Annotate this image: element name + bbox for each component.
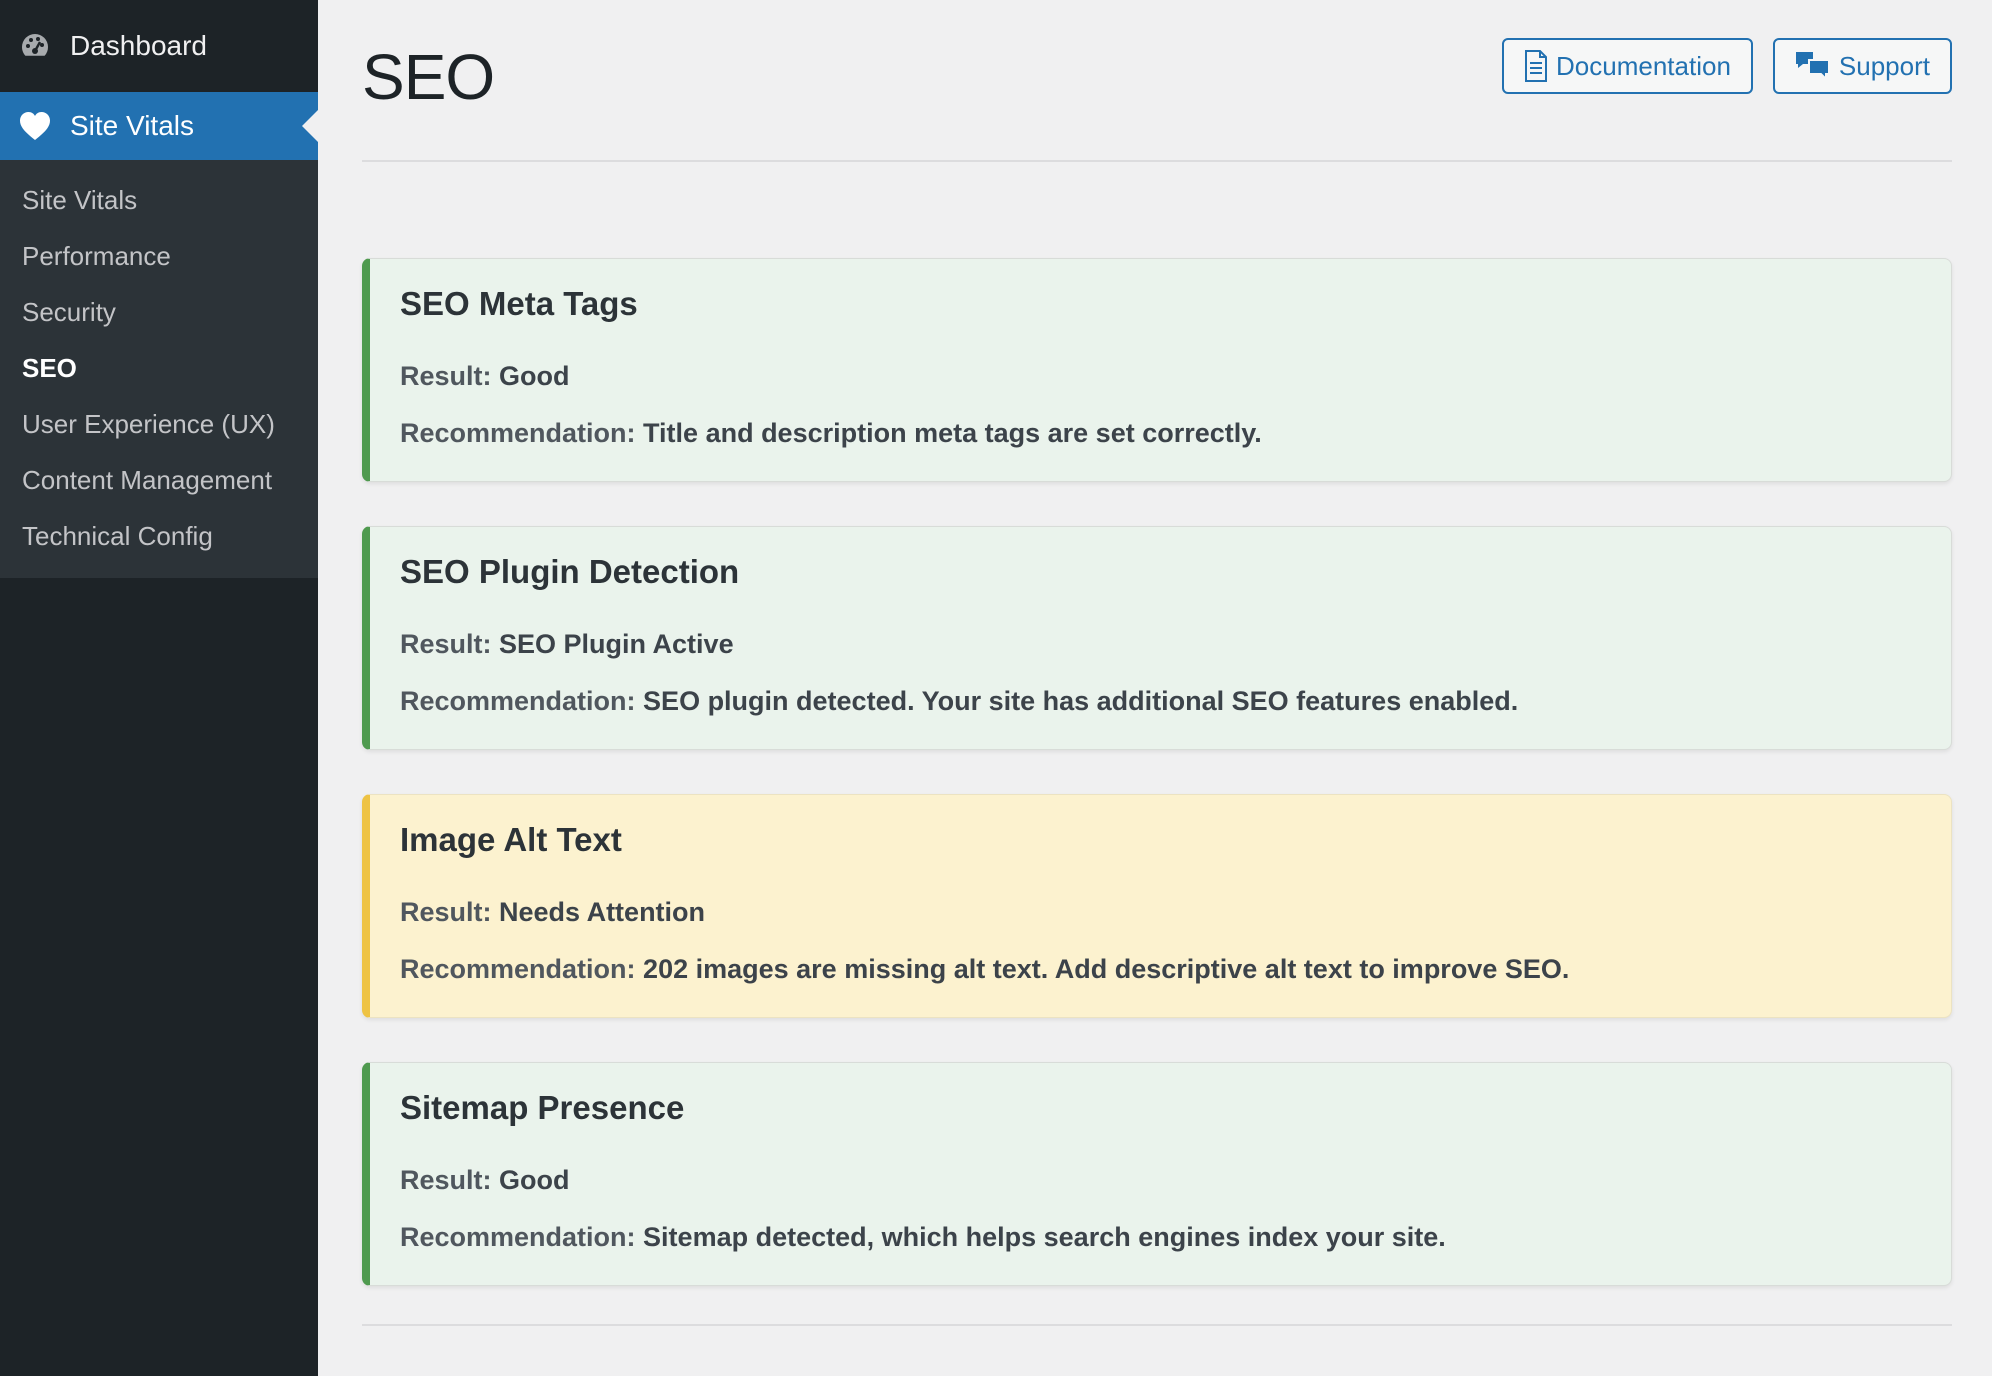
page-header: SEO Documentation Support — [362, 0, 1952, 162]
recommendation-label: Recommendation: — [400, 686, 636, 716]
recommendation-text: 202 images are missing alt text. Add des… — [643, 954, 1570, 984]
menu-item-site-vitals[interactable]: Site Vitals — [0, 92, 318, 160]
site-vitals-submenu: Site Vitals Performance Security SEO Use… — [0, 160, 318, 578]
check-title: SEO Plugin Detection — [400, 553, 740, 590]
check-recommendation: Recommendation: SEO plugin detected. You… — [400, 686, 1951, 717]
check-result: Result: Good — [400, 361, 1951, 392]
result-value: Good — [499, 1165, 570, 1195]
dashboard-gauge-icon — [18, 29, 52, 63]
check-card-sitemap-presence: Sitemap Presence Result: Good Recommenda… — [362, 1062, 1952, 1286]
result-label: Result: — [400, 629, 492, 659]
check-recommendation: Recommendation: Sitemap detected, which … — [400, 1222, 1951, 1253]
seo-checks-list: SEO Meta Tags Result: Good Recommendatio… — [362, 258, 1952, 1286]
active-menu-pointer — [302, 110, 318, 142]
admin-sidebar: Dashboard Site Vitals Site Vitals Perfor… — [0, 0, 318, 1376]
check-title: Sitemap Presence — [400, 1089, 685, 1126]
check-recommendation: Recommendation: Title and description me… — [400, 418, 1951, 449]
check-card-image-alt-text: Image Alt Text Result: Needs Attention R… — [362, 794, 1952, 1018]
main-content: SEO Documentation Support SEO Meta Tags … — [362, 0, 1952, 1326]
bottom-divider — [362, 1324, 1952, 1326]
chat-bubbles-icon — [1795, 50, 1831, 82]
result-value: Needs Attention — [499, 897, 706, 927]
heart-icon — [18, 109, 52, 143]
submenu-item-site-vitals[interactable]: Site Vitals — [0, 172, 318, 228]
support-button[interactable]: Support — [1772, 38, 1952, 94]
result-label: Result: — [400, 361, 492, 391]
submenu-item-performance[interactable]: Performance — [0, 228, 318, 284]
menu-item-site-vitals-label: Site Vitals — [70, 110, 194, 141]
recommendation-text: Sitemap detected, which helps search eng… — [643, 1222, 1446, 1252]
check-card-seo-meta-tags: SEO Meta Tags Result: Good Recommendatio… — [362, 258, 1952, 482]
result-label: Result: — [400, 1165, 492, 1195]
submenu-item-technical-config[interactable]: Technical Config — [0, 508, 318, 564]
result-value: SEO Plugin Active — [499, 629, 734, 659]
menu-item-dashboard[interactable]: Dashboard — [0, 0, 318, 92]
submenu-item-content-management[interactable]: Content Management — [0, 452, 318, 508]
submenu-item-user-experience[interactable]: User Experience (UX) — [0, 396, 318, 452]
recommendation-text: SEO plugin detected. Your site has addit… — [643, 686, 1519, 716]
header-actions: Documentation Support — [1502, 38, 1952, 94]
result-value: Good — [499, 361, 570, 391]
recommendation-text: Title and description meta tags are set … — [643, 418, 1262, 448]
check-result: Result: Good — [400, 1165, 1951, 1196]
support-button-label: Support — [1838, 50, 1930, 81]
recommendation-label: Recommendation: — [400, 1222, 636, 1252]
submenu-item-security[interactable]: Security — [0, 284, 318, 340]
check-title: Image Alt Text — [400, 821, 622, 858]
check-result: Result: Needs Attention — [400, 897, 1951, 928]
menu-item-dashboard-label: Dashboard — [70, 30, 207, 61]
result-label: Result: — [400, 897, 492, 927]
check-title: SEO Meta Tags — [400, 285, 638, 322]
submenu-item-seo[interactable]: SEO — [0, 340, 318, 396]
recommendation-label: Recommendation: — [400, 954, 636, 984]
check-card-seo-plugin-detection: SEO Plugin Detection Result: SEO Plugin … — [362, 526, 1952, 750]
documentation-button-label: Documentation — [1556, 50, 1731, 81]
documentation-button[interactable]: Documentation — [1502, 38, 1753, 94]
page-title: SEO — [362, 41, 495, 113]
check-recommendation: Recommendation: 202 images are missing a… — [400, 954, 1951, 985]
check-result: Result: SEO Plugin Active — [400, 629, 1951, 660]
document-icon — [1524, 50, 1548, 82]
recommendation-label: Recommendation: — [400, 418, 636, 448]
